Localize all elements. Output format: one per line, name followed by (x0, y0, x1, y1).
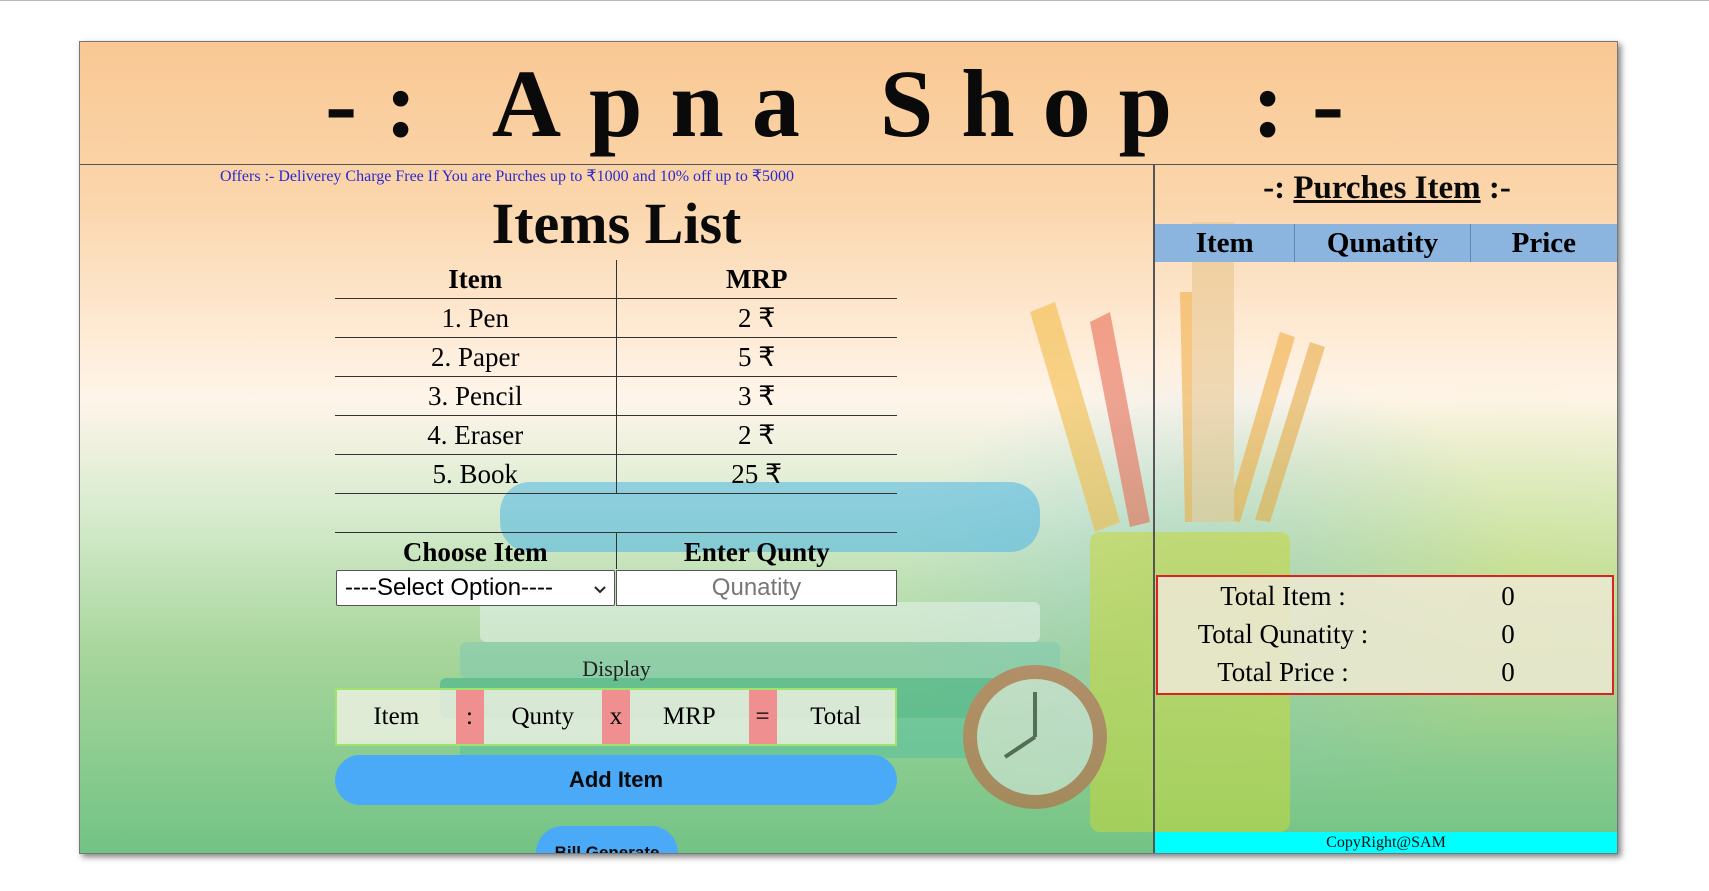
totals-box: Total Item : 0 Total Qunatity : 0 Total … (1156, 575, 1614, 695)
copyright-bar: CopyRight@SAM (1155, 832, 1617, 853)
purchase-title-main: Purches Item (1293, 170, 1481, 206)
total-quantity-label: Total Qunatity : (1197, 619, 1369, 649)
table-header-row: Item MRP (335, 260, 897, 299)
purchase-title: -: Purches Item :- (1155, 170, 1617, 207)
total-item-row: Total Item : 0 (1158, 577, 1612, 615)
display-bar: Item : Qunty x MRP = Total (335, 688, 897, 746)
purchase-table-header: Item Qunatity Price (1155, 224, 1617, 262)
display-total: Total (810, 703, 862, 730)
item-name: 1. Pen (335, 298, 617, 338)
app-frame: -: Apna Shop :- Offers :- Deliverey Char… (79, 41, 1618, 854)
item-mrp: 2 ₹ (616, 415, 897, 455)
table-row: 3. Pencil 3 ₹ (335, 376, 897, 416)
item-select-value: ----Select Option---- (345, 574, 554, 601)
colon-separator: : (455, 690, 484, 744)
purchase-panel: -: Purches Item :- Item Qunatity Price T… (1153, 164, 1617, 853)
column-header-item: Item (335, 260, 617, 299)
total-price-row: Total Price : 0 (1158, 653, 1612, 691)
purchase-column-item: Item (1155, 224, 1296, 262)
items-list-title: Items List (491, 191, 742, 256)
display-label: Display (582, 656, 651, 681)
column-header-mrp: MRP (616, 260, 897, 299)
item-mrp: 3 ₹ (616, 376, 897, 416)
total-item-value: 0 (1501, 581, 1515, 611)
chooser-inputs: ----Select Option---- Qunatity (335, 569, 897, 609)
display-qty: Qunty (511, 703, 575, 730)
display-mrp: MRP (662, 703, 716, 730)
item-name: 2. Paper (335, 337, 617, 377)
shop-title: -: Apna Shop :- (325, 49, 1372, 157)
table-row: 2. Paper 5 ₹ (335, 337, 897, 377)
chevron-down-icon (594, 574, 606, 602)
bill-generate-button[interactable]: Bill Generate (536, 826, 678, 853)
enter-qty-label: Enter Qunty (683, 537, 830, 567)
item-name: 5. Book (335, 454, 617, 494)
total-quantity-value: 0 (1501, 619, 1515, 649)
item-mrp: 2 ₹ (616, 298, 897, 338)
purchase-title-suffix: :- (1480, 170, 1511, 206)
item-select[interactable]: ----Select Option---- (336, 570, 615, 606)
equals-separator: = (748, 690, 777, 744)
table-row: 1. Pen 2 ₹ (335, 298, 897, 338)
chooser-header: Choose Item Enter Qunty (335, 532, 897, 569)
item-name: 4. Eraser (335, 415, 617, 455)
purchase-column-quantity: Qunatity (1295, 224, 1471, 262)
total-item-label: Total Item : (1220, 581, 1346, 611)
total-price-label: Total Price : (1217, 657, 1349, 687)
items-table: Item MRP 1. Pen 2 ₹ 2. Paper 5 ₹ 3. Penc… (335, 260, 897, 494)
items-panel: Offers :- Deliverey Charge Free If You a… (80, 164, 1153, 853)
table-row: 4. Eraser 2 ₹ (335, 415, 897, 455)
item-mrp: 5 ₹ (616, 337, 897, 377)
item-chooser: Choose Item Enter Qunty ----Select Optio… (335, 532, 897, 609)
choose-item-label: Choose Item (335, 533, 617, 569)
display-item: Item (373, 703, 420, 730)
item-mrp: 25 ₹ (616, 454, 897, 494)
offers-banner: Offers :- Deliverey Charge Free If You a… (220, 168, 795, 185)
add-item-button[interactable]: Add Item (335, 755, 897, 805)
multiply-separator: x (602, 690, 630, 744)
app-header: -: Apna Shop :- (80, 42, 1617, 165)
quantity-input[interactable]: Qunatity (616, 570, 897, 606)
total-quantity-row: Total Qunatity : 0 (1158, 615, 1612, 653)
item-name: 3. Pencil (335, 376, 617, 416)
purchase-title-prefix: -: (1263, 170, 1294, 206)
purchase-column-price: Price (1511, 226, 1577, 259)
total-price-value: 0 (1501, 657, 1515, 687)
top-divider (0, 0, 1709, 1)
table-row: 5. Book 25 ₹ (335, 454, 897, 494)
